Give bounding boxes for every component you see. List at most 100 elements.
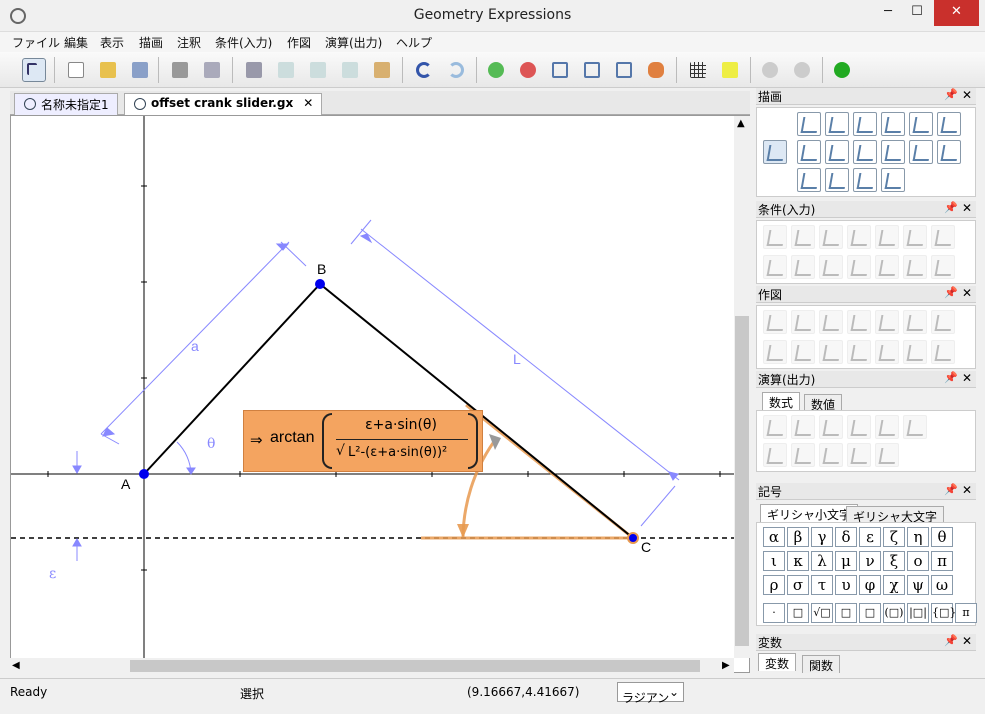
menu-constrain[interactable]: 条件(入力) <box>215 34 272 51</box>
draw-hyperbola-icon[interactable] <box>853 140 877 164</box>
math-template-button[interactable]: {□} <box>931 603 956 623</box>
pin-icon[interactable]: 📌 <box>944 286 958 299</box>
pin-icon[interactable]: 📌 <box>944 371 958 384</box>
math-template-button[interactable]: |□| <box>907 603 929 623</box>
greek-symbol-button[interactable]: σ <box>787 575 809 595</box>
construct-translate-icon[interactable] <box>819 340 843 364</box>
paste-icon[interactable] <box>370 58 394 82</box>
zoom-window-icon[interactable] <box>580 58 604 82</box>
constrain-tangent-icon[interactable] <box>763 255 787 279</box>
construct-curve-icon[interactable] <box>903 340 927 364</box>
draw-arc-icon[interactable] <box>825 140 849 164</box>
greek-symbol-button[interactable]: ψ <box>907 575 929 595</box>
construct-angle-icon[interactable] <box>931 340 955 364</box>
scroll-right-icon[interactable]: ▶ <box>722 660 730 671</box>
greek-symbol-button[interactable]: α <box>763 527 785 547</box>
constrain-incident-icon[interactable] <box>931 225 955 249</box>
construct-perpendicular-icon[interactable] <box>819 310 843 334</box>
scroll-up-icon[interactable]: ▲ <box>737 118 745 129</box>
draw-equation-icon[interactable] <box>853 168 877 192</box>
greek-symbol-button[interactable]: μ <box>835 551 857 571</box>
vertical-scroll-thumb[interactable] <box>735 316 749 646</box>
scroll-left-icon[interactable]: ◀ <box>12 660 20 671</box>
draw-circle-icon[interactable] <box>937 112 961 136</box>
grid-icon[interactable] <box>686 58 710 82</box>
draw-curve-icon[interactable] <box>881 168 905 192</box>
print-preview-icon[interactable] <box>200 58 224 82</box>
settings-gear-icon[interactable] <box>758 58 782 82</box>
greek-symbol-button[interactable]: ε <box>859 527 881 547</box>
calc-slope-icon[interactable] <box>847 415 871 439</box>
panel-close-icon[interactable]: ✕ <box>962 371 972 385</box>
greek-symbol-button[interactable]: τ <box>811 575 833 595</box>
pin-icon[interactable]: 📌 <box>944 634 958 647</box>
panel-close-icon[interactable]: ✕ <box>962 88 972 102</box>
label-font-icon[interactable] <box>718 58 742 82</box>
tab-symbolic[interactable]: 数式 <box>762 392 801 410</box>
calc-angle-icon[interactable] <box>819 415 843 439</box>
point-A[interactable] <box>139 469 149 479</box>
menu-edit[interactable]: 編集 <box>64 34 88 51</box>
draw-ray-icon[interactable] <box>853 112 877 136</box>
greek-symbol-button[interactable]: ν <box>859 551 881 571</box>
expression-output-box[interactable]: ⇒ arctan ε+a·sin(θ) √ L²-(ε+a·sin(θ))² <box>243 410 483 472</box>
horizontal-scrollbar[interactable]: ◀ ▶ <box>10 658 734 674</box>
construct-locus-icon[interactable] <box>931 310 955 334</box>
greek-symbol-button[interactable]: β <box>787 527 809 547</box>
panel-close-icon[interactable]: ✕ <box>962 483 972 497</box>
print-icon[interactable] <box>168 58 192 82</box>
greek-symbol-button[interactable]: δ <box>835 527 857 547</box>
angle-mode-select[interactable]: ラジアン ⌄ <box>617 682 684 705</box>
pin-icon[interactable]: 📌 <box>944 88 958 101</box>
constrain-coordinate-icon[interactable] <box>791 255 815 279</box>
zoom-selection-icon[interactable] <box>612 58 636 82</box>
calc-implicit-icon[interactable] <box>903 415 927 439</box>
construct-reflect-icon[interactable] <box>791 340 815 364</box>
tab-close-icon[interactable]: ✕ <box>303 96 313 110</box>
construct-midpoint-icon[interactable] <box>763 310 787 334</box>
draw-ellipse-icon[interactable] <box>797 140 821 164</box>
construct-intersection-icon[interactable] <box>791 310 815 334</box>
vertical-scrollbar[interactable]: ▲ <box>734 116 750 658</box>
save-icon[interactable] <box>128 58 152 82</box>
menu-construct[interactable]: 作図 <box>287 34 311 51</box>
minimize-button[interactable]: ─ <box>874 0 902 26</box>
constrain-point-proportional-icon[interactable] <box>931 255 955 279</box>
greek-symbol-button[interactable]: ζ <box>883 527 905 547</box>
math-template-button[interactable]: π <box>955 603 977 623</box>
greek-symbol-button[interactable]: η <box>907 527 929 547</box>
label-theta[interactable]: θ <box>207 436 215 452</box>
pin-icon[interactable]: 📌 <box>944 201 958 214</box>
maximize-button[interactable]: ☐ <box>903 0 931 26</box>
calc-distance-icon[interactable] <box>763 415 787 439</box>
cut-icon[interactable] <box>242 58 266 82</box>
zoom-in-icon[interactable] <box>484 58 508 82</box>
math-template-button[interactable]: (□) <box>883 603 905 623</box>
greek-symbol-button[interactable]: γ <box>811 527 833 547</box>
select-tool-icon[interactable] <box>22 58 46 82</box>
calc-curvature-icon[interactable] <box>875 443 899 467</box>
settings-gear2-icon[interactable] <box>790 58 814 82</box>
constrain-radius-icon[interactable] <box>791 225 815 249</box>
redo-icon[interactable] <box>444 58 468 82</box>
constrain-slope-icon[interactable] <box>847 255 871 279</box>
menu-annotate[interactable]: 注釈 <box>177 34 201 51</box>
constrain-distance-icon[interactable] <box>763 225 787 249</box>
constrain-equation-icon[interactable] <box>903 255 927 279</box>
constrain-parallel-icon[interactable] <box>903 225 927 249</box>
point-B[interactable] <box>315 279 325 289</box>
undo-icon[interactable] <box>412 58 436 82</box>
zoom-out-icon[interactable] <box>516 58 540 82</box>
horizontal-scroll-thumb[interactable] <box>130 660 700 672</box>
pin-icon[interactable]: 📌 <box>944 483 958 496</box>
construct-bisector-icon[interactable] <box>847 310 871 334</box>
greek-symbol-button[interactable]: θ <box>931 527 953 547</box>
calc-perimeter-icon[interactable] <box>875 415 899 439</box>
greek-symbol-button[interactable]: ι <box>763 551 785 571</box>
construct-polygon-icon[interactable] <box>763 340 787 364</box>
tab-functions[interactable]: 関数 <box>802 655 841 673</box>
greek-symbol-button[interactable]: λ <box>811 551 833 571</box>
greek-symbol-button[interactable]: κ <box>787 551 809 571</box>
copy-as-icon[interactable] <box>306 58 330 82</box>
tab-variables[interactable]: 変数 <box>758 653 797 671</box>
